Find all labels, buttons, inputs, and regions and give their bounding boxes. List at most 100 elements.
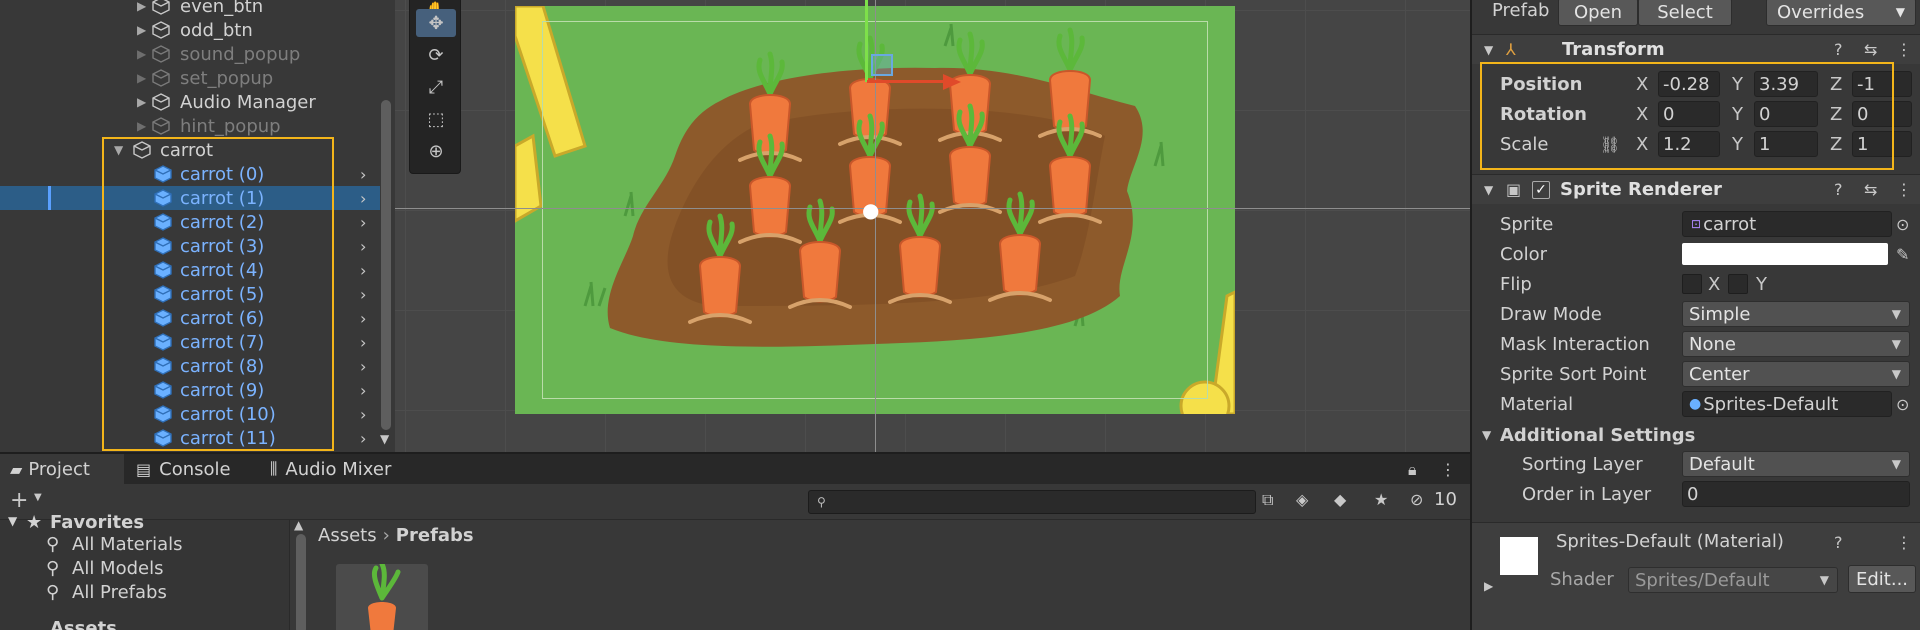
prefab-select-button[interactable]: Select	[1638, 0, 1732, 26]
hierarchy-item[interactable]: ▶ set_popup	[0, 66, 380, 90]
breadcrumb-assets[interactable]: Assets	[318, 525, 377, 546]
presets-icon[interactable]: ⇆	[1864, 180, 1877, 199]
transform-tool-icon[interactable]: ⊕	[416, 137, 456, 165]
breadcrumb-prefabs[interactable]: Prefabs	[396, 525, 474, 546]
chevron-right-icon[interactable]: ›	[360, 381, 366, 400]
chevron-right-icon[interactable]: ›	[360, 309, 366, 328]
foldout-arrow-icon[interactable]: ▶	[137, 95, 146, 109]
mask-interaction-dropdown[interactable]: None ▼	[1682, 331, 1910, 357]
chevron-right-icon[interactable]: ›	[360, 333, 366, 352]
hierarchy-item[interactable]: ▶ even_btn	[0, 0, 380, 18]
more-options-icon[interactable]: ⋮	[1896, 40, 1912, 59]
search-by-type-icon[interactable]: ⧉	[1262, 490, 1273, 510]
sprite-field[interactable]: ⊡ carrot	[1682, 211, 1892, 237]
object-picker-icon[interactable]: ⊙	[1896, 215, 1909, 234]
tab-console[interactable]: ▤ Console	[132, 454, 244, 484]
order-in-layer-field[interactable]: 0	[1682, 481, 1910, 507]
edit-shader-button[interactable]: Edit...	[1848, 565, 1916, 593]
transform-header[interactable]: ▼ ⅄ Transform ? ⇆ ⋮	[1472, 34, 1920, 64]
help-icon[interactable]: ?	[1834, 40, 1843, 59]
scale-tool-icon[interactable]: ⤢	[416, 73, 456, 101]
chevron-right-icon[interactable]: ›	[360, 405, 366, 424]
sorting-layer-dropdown[interactable]: Default ▼	[1682, 451, 1910, 477]
help-icon[interactable]: ?	[1834, 533, 1843, 552]
move-gizmo-y-axis[interactable]	[865, 0, 868, 82]
filter-by-type-icon[interactable]: ◈	[1296, 490, 1308, 509]
flip-y-checkbox[interactable]	[1728, 274, 1748, 294]
flip-x-checkbox[interactable]	[1682, 274, 1702, 294]
search-icon: ⚲	[817, 495, 826, 509]
draw-mode-dropdown[interactable]: Simple ▼	[1682, 301, 1910, 327]
favorite-all-models[interactable]: All Models	[72, 558, 163, 579]
hidden-packages-icon[interactable]: ⊘	[1410, 490, 1423, 509]
chevron-right-icon[interactable]: ›	[360, 237, 366, 256]
lock-icon[interactable]: 🔒︎	[1408, 460, 1417, 480]
foldout-arrow-icon[interactable]: ▶	[137, 71, 146, 85]
dropdown-arrow-icon: ▼	[1891, 457, 1901, 471]
color-swatch[interactable]	[1682, 243, 1888, 265]
sprite-renderer-header[interactable]: ▼ ▣ ✓ Sprite Renderer ? ⇆ ⋮	[1472, 174, 1920, 204]
chevron-right-icon[interactable]: ›	[360, 357, 366, 376]
shader-dropdown[interactable]: Sprites/Default ▼	[1628, 567, 1838, 593]
foldout-arrow-icon[interactable]: ▼	[1484, 43, 1493, 57]
hierarchy-item[interactable]: ▶ odd_btn	[0, 18, 380, 42]
chevron-right-icon[interactable]: ›	[360, 285, 366, 304]
foldout-arrow-icon[interactable]: ▶	[1484, 579, 1493, 593]
sort-point-dropdown[interactable]: Center ▼	[1682, 361, 1910, 387]
foldout-arrow-icon[interactable]: ▶	[137, 0, 146, 13]
presets-icon[interactable]: ⇆	[1864, 40, 1877, 59]
foldout-arrow-icon[interactable]: ▶	[137, 119, 146, 133]
foldout-arrow-icon[interactable]: ▶	[137, 23, 146, 37]
search-icon: ⚲	[46, 558, 60, 579]
shader-label: Shader	[1550, 569, 1614, 590]
more-options-icon[interactable]: ⋮	[1896, 533, 1912, 552]
hierarchy-item[interactable]: ▶ Audio Manager	[0, 90, 380, 114]
move-gizmo-x-arrow[interactable]	[943, 74, 961, 90]
material-field[interactable]: ● Sprites-Default	[1682, 391, 1892, 417]
object-picker-icon[interactable]: ⊙	[1896, 395, 1909, 414]
transform-highlight-box	[1480, 62, 1894, 170]
hierarchy-item[interactable]: ▶ hint_popup	[0, 114, 380, 138]
favorites-scrollbar[interactable]	[296, 534, 306, 630]
prefab-open-button[interactable]: Open	[1558, 0, 1638, 26]
favorite-all-materials[interactable]: All Materials	[72, 534, 183, 555]
tab-audio-mixer[interactable]: ⫼ Audio Mixer	[266, 454, 416, 484]
more-options-icon[interactable]: ⋮	[1440, 460, 1456, 479]
additional-settings-row[interactable]: ▼ Additional Settings	[1472, 421, 1920, 449]
search-icon: ⚲	[46, 534, 60, 555]
chevron-right-icon[interactable]: ›	[360, 429, 366, 448]
assets-tree-label[interactable]: Assets	[50, 618, 117, 630]
hierarchy-item[interactable]: ▶ sound_popup	[0, 42, 380, 66]
hierarchy-scrollbar[interactable]	[381, 100, 391, 430]
chevron-right-icon[interactable]: ›	[360, 213, 366, 232]
chevron-right-icon[interactable]: ›	[360, 189, 366, 208]
label-icon[interactable]: ◆	[1334, 490, 1346, 509]
rect-tool-icon[interactable]: ⬚	[416, 105, 456, 133]
add-icon[interactable]: +	[10, 488, 28, 513]
scene-view[interactable]: ✋ ✥ ⟳ ⤢ ⬚ ⊕	[395, 0, 1470, 452]
move-gizmo-plane[interactable]	[871, 54, 893, 76]
prefab-overrides-dropdown[interactable]: Overrides ▼	[1766, 0, 1916, 26]
move-gizmo-x-axis[interactable]	[867, 80, 947, 83]
scroll-down-icon[interactable]: ▼	[380, 432, 389, 446]
foldout-arrow-icon[interactable]: ▶	[137, 47, 146, 61]
dropdown-arrow-icon[interactable]: ▼	[34, 492, 42, 503]
more-options-icon[interactable]: ⋮	[1896, 180, 1912, 199]
carrot-prefab-tile[interactable]	[336, 561, 428, 630]
chevron-right-icon[interactable]: ›	[360, 165, 366, 184]
help-icon[interactable]: ?	[1834, 180, 1843, 199]
chevron-right-icon[interactable]: ›	[360, 261, 366, 280]
favorite-star-icon[interactable]: ★	[1374, 490, 1388, 509]
tab-project[interactable]: ▰ Project	[0, 454, 124, 484]
project-search-input[interactable]: ⚲	[808, 490, 1256, 514]
scroll-up-icon[interactable]: ▲	[294, 518, 303, 532]
enabled-checkbox[interactable]: ✓	[1532, 180, 1550, 199]
move-tool-icon[interactable]: ✥	[416, 9, 456, 37]
eyedropper-icon[interactable]: ✎	[1896, 245, 1909, 264]
rotate-tool-icon[interactable]: ⟳	[416, 41, 456, 69]
favorite-all-prefabs[interactable]: All Prefabs	[72, 582, 167, 603]
foldout-arrow-icon[interactable]: ▼	[8, 514, 17, 528]
foldout-arrow-icon[interactable]: ▼	[1482, 428, 1491, 442]
prefab-label: Prefab	[1492, 0, 1550, 21]
foldout-arrow-icon[interactable]: ▼	[1484, 183, 1493, 197]
